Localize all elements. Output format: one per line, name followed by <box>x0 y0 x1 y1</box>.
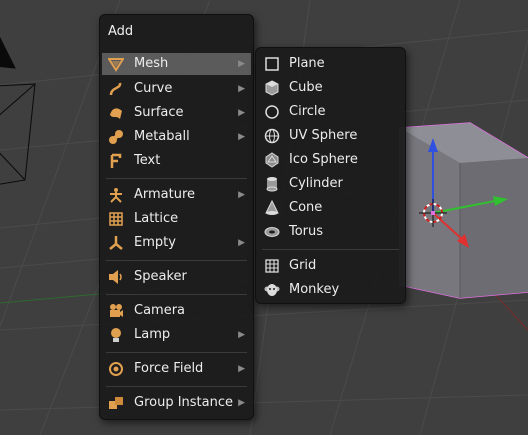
menu-separator <box>106 386 247 387</box>
lattice-icon <box>109 212 123 226</box>
menu-item-label: Circle <box>289 104 326 119</box>
menu-item-text[interactable]: Text <box>102 150 251 172</box>
mesh-item-grid[interactable]: Grid <box>258 255 403 277</box>
submenu-arrow-icon: ▶ <box>238 398 245 408</box>
monkey-icon <box>264 284 280 296</box>
menu-item-speaker[interactable]: Speaker <box>102 266 251 288</box>
add-menu: Add Mesh ▶ Curve ▶ Surface ▶ Metaball ▶ … <box>99 14 254 420</box>
circle-icon <box>265 105 279 119</box>
metaball-icon <box>109 130 123 144</box>
lamp-icon <box>111 328 121 342</box>
submenu-arrow-icon: ▶ <box>238 108 245 118</box>
text-icon <box>110 153 122 168</box>
submenu-arrow-icon: ▶ <box>238 190 245 200</box>
ico-sphere-icon <box>265 152 279 168</box>
menu-item-lamp[interactable]: Lamp ▶ <box>102 324 251 346</box>
force-field-icon <box>109 362 123 376</box>
menu-separator <box>106 260 247 261</box>
menu-item-label: Text <box>134 153 161 168</box>
menu-separator <box>106 294 247 295</box>
submenu-arrow-icon: ▶ <box>238 59 245 69</box>
menu-item-curve[interactable]: Curve ▶ <box>102 78 251 100</box>
menu-item-label: Ico Sphere <box>289 152 358 167</box>
cone-icon <box>265 200 279 215</box>
menu-item-label: Metaball <box>134 129 190 144</box>
menu-item-label: Lamp <box>134 327 171 342</box>
cube-object[interactable] <box>399 122 528 299</box>
menu-item-surface[interactable]: Surface ▶ <box>102 102 251 124</box>
menu-item-force-field[interactable]: Force Field ▶ <box>102 358 251 380</box>
mesh-item-torus[interactable]: Torus <box>258 221 403 243</box>
curve-icon <box>109 82 122 96</box>
submenu-arrow-icon: ▶ <box>238 84 245 94</box>
menu-item-label: Force Field <box>134 361 204 376</box>
menu-item-empty[interactable]: Empty ▶ <box>102 232 251 254</box>
menu-item-label: Cylinder <box>289 176 343 191</box>
mesh-item-monkey[interactable]: Monkey <box>258 279 403 301</box>
menu-item-label: Grid <box>289 258 317 273</box>
empty-icon <box>109 236 123 250</box>
menu-item-group-instance[interactable]: Group Instance ▶ <box>102 392 251 414</box>
mesh-item-cone[interactable]: Cone <box>258 197 403 219</box>
grid-icon <box>265 259 279 273</box>
menu-separator <box>106 352 247 353</box>
add-menu-title: Add <box>108 24 134 39</box>
plane-icon <box>265 57 279 71</box>
menu-item-label: Armature <box>134 187 196 202</box>
mesh-submenu: Plane Cube Circle UV Sphere Ico Sphere C… <box>255 47 406 304</box>
menu-item-label: Speaker <box>134 269 187 284</box>
menu-item-label: Cone <box>289 200 323 215</box>
menu-item-label: Surface <box>134 105 184 120</box>
menu-separator <box>262 249 399 250</box>
torus-icon <box>264 227 280 237</box>
uv-sphere-icon <box>264 128 280 144</box>
menu-item-label: Mesh <box>134 56 169 71</box>
submenu-arrow-icon: ▶ <box>238 238 245 248</box>
menu-item-label: Monkey <box>289 282 340 297</box>
submenu-arrow-icon: ▶ <box>238 132 245 142</box>
submenu-arrow-icon: ▶ <box>238 330 245 340</box>
group-instance-icon <box>109 397 123 409</box>
menu-item-label: Group Instance <box>134 395 234 410</box>
armature-icon <box>110 188 122 203</box>
mesh-item-ico-sphere[interactable]: Ico Sphere <box>258 149 403 171</box>
menu-item-label: Curve <box>134 81 173 96</box>
mesh-item-circle[interactable]: Circle <box>258 101 403 123</box>
menu-item-label: Empty <box>134 235 176 250</box>
menu-item-label: Plane <box>289 56 325 71</box>
cube-icon <box>265 80 279 96</box>
mesh-item-uv-sphere[interactable]: UV Sphere <box>258 125 403 147</box>
camera-icon <box>110 304 123 317</box>
menu-item-armature[interactable]: Armature ▶ <box>102 184 251 206</box>
menu-item-camera[interactable]: Camera <box>102 300 251 322</box>
menu-item-label: Cube <box>289 80 323 95</box>
menu-item-label: Camera <box>134 303 186 318</box>
menu-separator <box>106 178 247 179</box>
speaker-icon <box>109 270 122 284</box>
menu-item-label: UV Sphere <box>289 128 358 143</box>
menu-item-metaball[interactable]: Metaball ▶ <box>102 126 251 148</box>
submenu-arrow-icon: ▶ <box>238 364 245 374</box>
menu-item-label: Lattice <box>134 211 179 226</box>
mesh-item-cube[interactable]: Cube <box>258 77 403 99</box>
mesh-item-cylinder[interactable]: Cylinder <box>258 173 403 195</box>
menu-item-label: Torus <box>289 224 324 239</box>
cylinder-icon <box>266 177 278 192</box>
surface-icon <box>110 108 122 119</box>
mesh-icon <box>108 58 124 72</box>
menu-item-lattice[interactable]: Lattice <box>102 208 251 230</box>
mesh-item-plane[interactable]: Plane <box>258 53 403 75</box>
menu-item-mesh[interactable]: Mesh ▶ <box>102 53 251 75</box>
